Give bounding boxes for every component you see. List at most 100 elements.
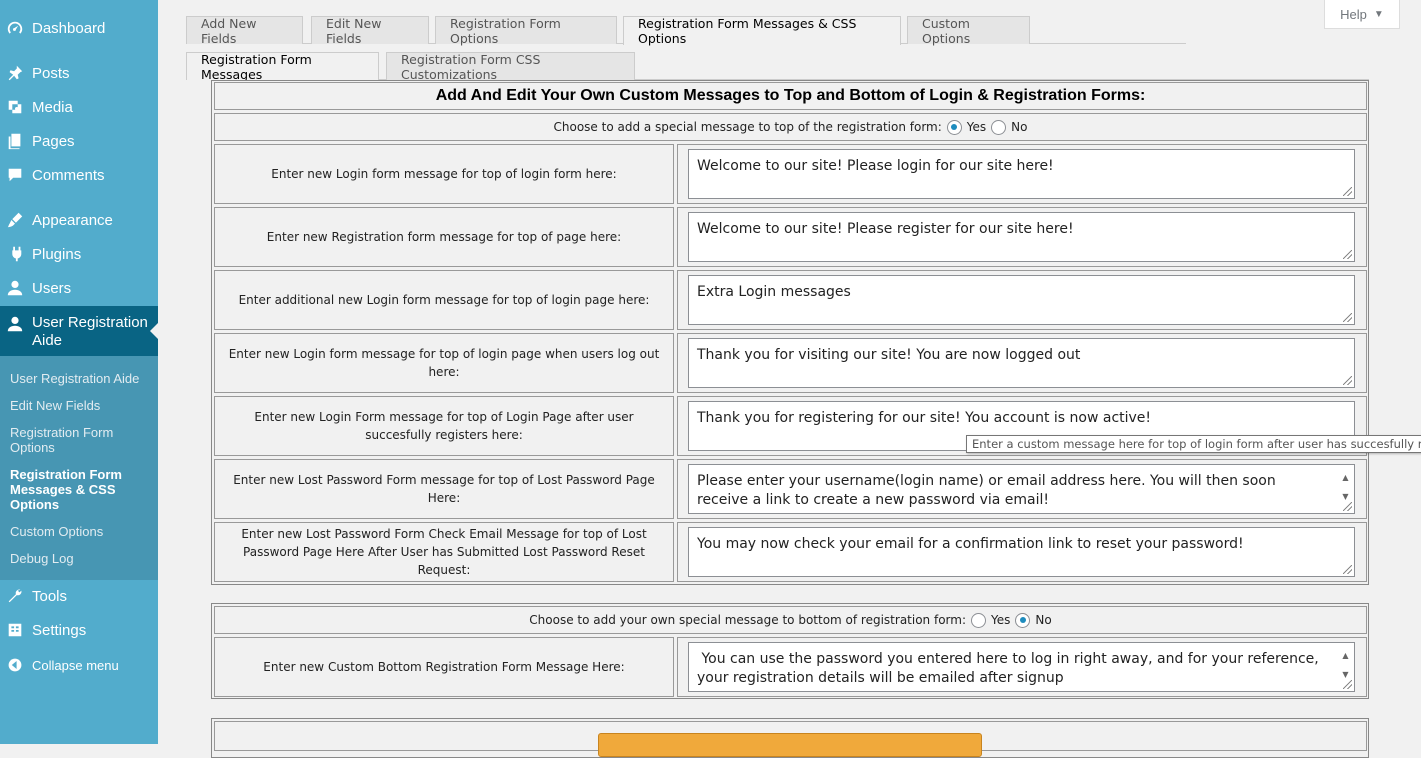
textarea-scrollbar[interactable]: ▲ ▼: [1337, 643, 1354, 679]
top-message-choice-label: Choose to add a special message to top o…: [553, 120, 942, 134]
check-email-message-label: Enter new Lost Password Form Check Email…: [214, 522, 674, 582]
menu-label: Appearance: [32, 211, 113, 229]
additional-login-message-label: Enter additional new Login form message …: [214, 270, 674, 330]
additional-login-message-textarea[interactable]: Extra Login messages: [688, 275, 1355, 325]
bottom-message-choice-row: Choose to add your own special message t…: [214, 606, 1367, 634]
pin-icon: [0, 63, 32, 83]
collapse-menu-button[interactable]: Collapse menu: [0, 648, 158, 682]
textarea-value: Welcome to our site! Please login for ou…: [697, 158, 1054, 174]
tooltip: Enter a custom message here for top of l…: [966, 435, 1421, 453]
submenu-registration-form-options[interactable]: Registration Form Options: [10, 425, 150, 455]
help-label: Help: [1340, 6, 1367, 22]
textarea-value: Thank you for visiting our site! You are…: [697, 347, 1081, 363]
menu-pages[interactable]: Pages: [0, 124, 158, 158]
resize-grip-icon[interactable]: [1343, 376, 1352, 385]
textarea-value: Extra Login messages: [697, 284, 851, 300]
textarea-scrollbar[interactable]: ▲ ▼: [1337, 465, 1354, 501]
update-messages-button[interactable]: [598, 733, 982, 757]
tab-registration-form-options[interactable]: Registration Form Options: [435, 16, 617, 46]
menu-label: Dashboard: [32, 19, 106, 37]
top-message-yes-radio[interactable]: [946, 119, 962, 135]
tab-registration-form-messages[interactable]: Registration Form Messages: [186, 52, 379, 82]
registration-top-message-textarea[interactable]: Welcome to our site! Please register for…: [688, 212, 1355, 262]
logout-message-textarea[interactable]: Thank you for visiting our site! You are…: [688, 338, 1355, 388]
menu-users[interactable]: Users: [0, 271, 158, 305]
menu-posts[interactable]: Posts: [0, 56, 158, 90]
menu-label: Settings: [32, 621, 87, 639]
login-top-message-textarea[interactable]: Welcome to our site! Please login for ou…: [688, 149, 1355, 199]
menu-label: Tools: [32, 587, 68, 605]
top-message-no-radio[interactable]: [991, 119, 1007, 135]
submenu-user-registration-aide[interactable]: User Registration Aide: [10, 371, 150, 386]
menu-label: Plugins: [32, 245, 82, 263]
registered-message-label: Enter new Login Form message for top of …: [214, 396, 674, 456]
submenu-edit-new-fields[interactable]: Edit New Fields: [10, 398, 150, 413]
registration-top-message-label: Enter new Registration form message for …: [214, 207, 674, 267]
menu-user-registration-aide[interactable]: User Registration Aide: [0, 306, 158, 356]
tab-registration-form-messages-css[interactable]: Registration Form Messages & CSS Options: [623, 16, 901, 46]
resize-grip-icon[interactable]: [1343, 187, 1352, 196]
panel-heading: Add And Edit Your Own Custom Messages to…: [214, 82, 1367, 110]
scroll-up-icon[interactable]: ▲: [1342, 468, 1348, 487]
login-top-message-label: Enter new Login form message for top of …: [214, 144, 674, 204]
caret-down-icon: ▼: [1373, 8, 1384, 20]
menu-tools[interactable]: Tools: [0, 579, 158, 613]
plug-icon: [0, 244, 32, 264]
submenu-custom-options[interactable]: Custom Options: [10, 524, 150, 539]
menu-label: Media: [32, 98, 73, 116]
menu-label: Pages: [32, 132, 75, 150]
no-label: No: [1035, 613, 1052, 627]
comment-icon: [0, 165, 32, 185]
menu-plugins[interactable]: Plugins: [0, 237, 158, 271]
resize-grip-icon[interactable]: [1343, 250, 1352, 259]
tab-custom-options[interactable]: Custom Options: [907, 16, 1030, 46]
settings-icon: [0, 620, 32, 640]
textarea-value: Thank you for registering for our site! …: [697, 410, 1152, 426]
menu-dashboard[interactable]: Dashboard: [0, 11, 158, 45]
tab-registration-form-css[interactable]: Registration Form CSS Customizations: [386, 52, 635, 82]
brush-icon: [0, 210, 32, 230]
textarea-value: Please enter your username(login name) o…: [697, 473, 1276, 508]
menu-settings[interactable]: Settings: [0, 613, 158, 647]
bottom-message-label: Enter new Custom Bottom Registration For…: [214, 637, 674, 697]
submenu-registration-form-messages[interactable]: Registration Form Messages & CSS Options: [10, 467, 150, 512]
yes-label: Yes: [966, 120, 987, 134]
pages-icon: [0, 131, 32, 151]
no-label: No: [1011, 120, 1028, 134]
scroll-up-icon[interactable]: ▲: [1342, 646, 1348, 665]
menu-label: Collapse menu: [32, 657, 119, 673]
resize-grip-icon[interactable]: [1343, 502, 1352, 511]
bottom-message-no-radio[interactable]: [1015, 612, 1031, 628]
textarea-value: Welcome to our site! Please register for…: [697, 221, 1074, 237]
menu-label: Comments: [32, 166, 105, 184]
lost-password-message-textarea[interactable]: Please enter your username(login name) o…: [688, 464, 1355, 514]
resize-grip-icon[interactable]: [1343, 313, 1352, 322]
menu-media[interactable]: Media: [0, 90, 158, 124]
collapse-icon: [0, 655, 32, 675]
tab-edit-new-fields[interactable]: Edit New Fields: [311, 16, 429, 46]
textarea-value: You can use the password you entered her…: [697, 651, 1324, 686]
submenu: User Registration Aide Edit New Fields R…: [0, 356, 158, 580]
user-icon: [0, 314, 32, 334]
bottom-message-yes-radio[interactable]: [971, 612, 986, 628]
admin-sidebar: Dashboard Posts Media Pages Comments App…: [0, 0, 158, 744]
user-icon: [0, 278, 32, 298]
textarea-value: You may now check your email for a confi…: [697, 536, 1244, 552]
resize-grip-icon[interactable]: [1343, 565, 1352, 574]
menu-label: Posts: [32, 64, 70, 82]
check-email-message-textarea[interactable]: You may now check your email for a confi…: [688, 527, 1355, 577]
bottom-message-textarea[interactable]: You can use the password you entered her…: [688, 642, 1355, 692]
tab-add-new-fields[interactable]: Add New Fields: [186, 16, 303, 46]
menu-appearance[interactable]: Appearance: [0, 203, 158, 237]
submenu-debug-log[interactable]: Debug Log: [10, 551, 150, 566]
logout-message-label: Enter new Login form message for top of …: [214, 333, 674, 393]
menu-label: User Registration Aide: [32, 314, 148, 349]
help-button[interactable]: Help ▼: [1324, 0, 1400, 29]
menu-comments[interactable]: Comments: [0, 158, 158, 192]
lost-password-message-label: Enter new Lost Password Form message for…: [214, 459, 674, 519]
top-message-choice-row: Choose to add a special message to top o…: [214, 113, 1367, 141]
dashboard-icon: [0, 18, 32, 38]
resize-grip-icon[interactable]: [1343, 680, 1352, 689]
media-icon: [0, 97, 32, 117]
wrench-icon: [0, 586, 32, 606]
